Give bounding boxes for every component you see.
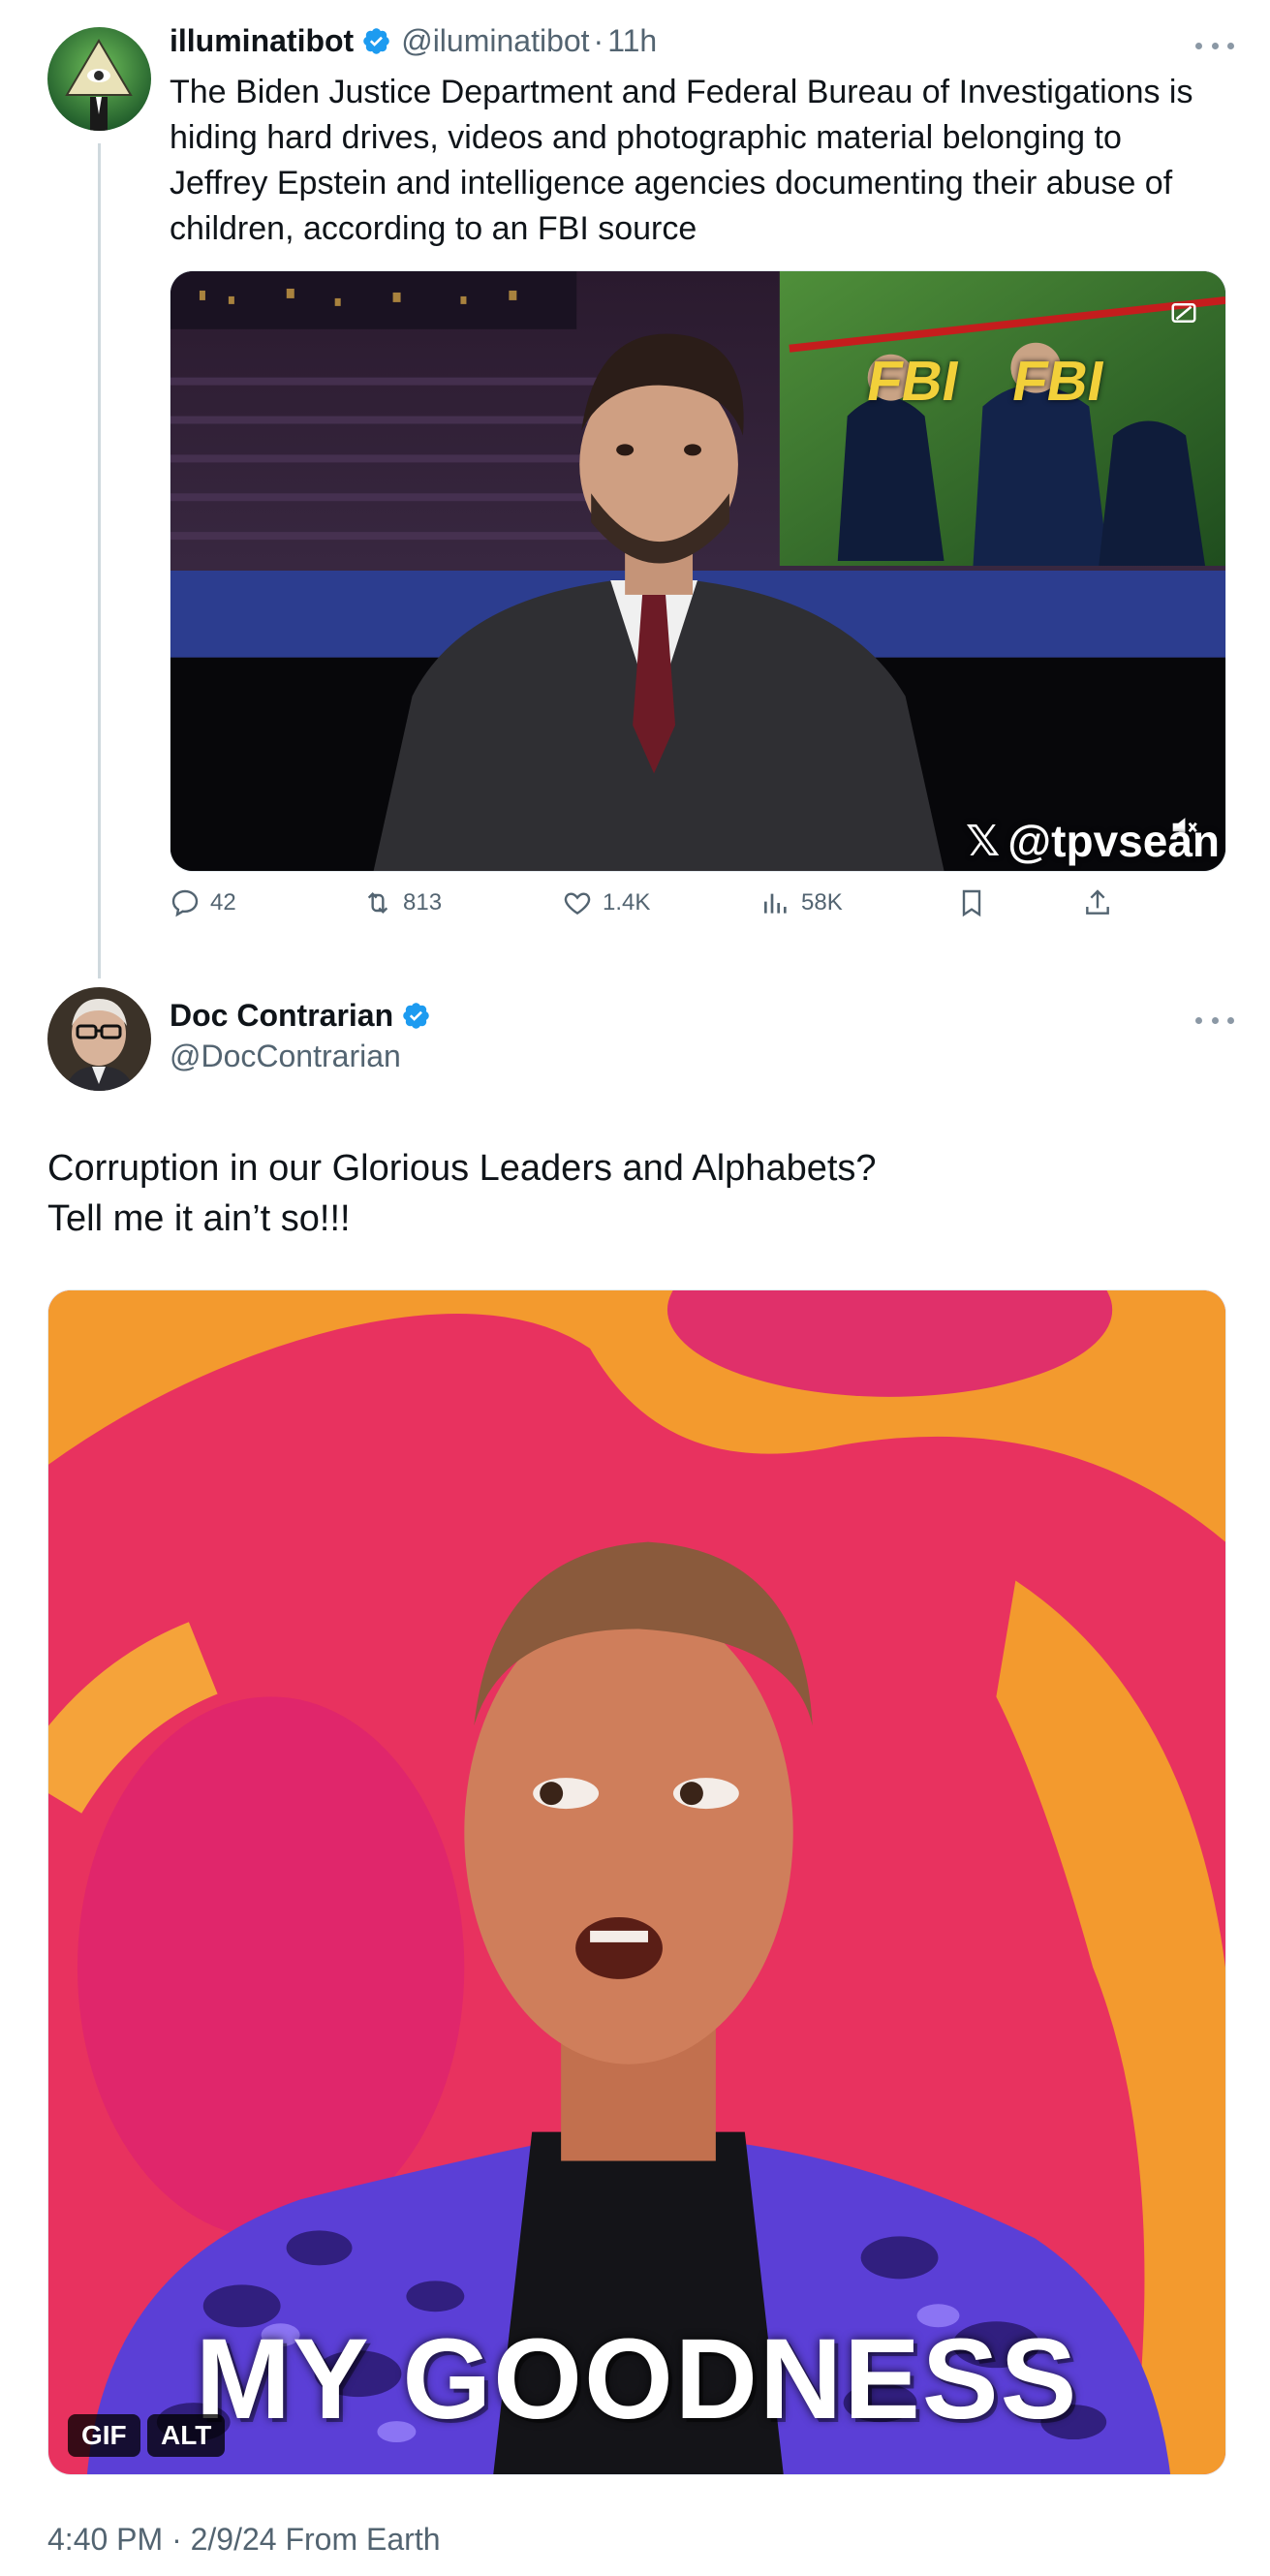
- like-button[interactable]: 1.4K: [562, 887, 650, 918]
- reply-button[interactable]: 42: [170, 887, 236, 918]
- doc-contrarian-avatar[interactable]: [47, 987, 151, 1091]
- embedded-video[interactable]: FBI FBI 𝕏 @tpvsean: [170, 270, 1226, 872]
- gif-frame: [48, 1290, 1225, 2474]
- alt-badge[interactable]: ALT: [147, 2414, 226, 2457]
- reply-author-display-name[interactable]: Doc Contrarian: [170, 998, 393, 1034]
- view-count: 58K: [801, 889, 843, 916]
- watermark-handle: @tpvsean: [1007, 816, 1220, 866]
- tweet-action-bar: 42 813 1.4K 58K: [170, 887, 1138, 926]
- repost-button[interactable]: 813: [362, 887, 442, 918]
- like-count: 1.4K: [603, 889, 651, 916]
- author-display-name[interactable]: illuminatibot: [170, 23, 354, 59]
- more-icon[interactable]: [1195, 36, 1234, 55]
- bookmark-button[interactable]: [956, 887, 987, 918]
- video-watermark: 𝕏 @tpvsean: [966, 815, 1220, 867]
- bookmark-icon: [962, 889, 981, 917]
- expand-icon[interactable]: [1169, 298, 1198, 327]
- reply-tweet-name: Doc Contrarian: [170, 998, 431, 1034]
- video-fbi-sign-1: FBI: [862, 350, 965, 413]
- author-handle[interactable]: @iluminatibot: [401, 23, 589, 59]
- views-icon: [764, 893, 787, 914]
- eye-pyramid-avatar-icon: [47, 27, 151, 131]
- verified-badge-icon[interactable]: [401, 1001, 431, 1031]
- share-button[interactable]: [1082, 887, 1113, 918]
- more-icon[interactable]: [1195, 1010, 1234, 1030]
- reply-icon: [171, 889, 199, 917]
- thread-connector-line: [98, 143, 101, 978]
- reply-count: 42: [210, 889, 236, 916]
- reply-tweet-text: Corruption in our Glorious Leaders and A…: [47, 1148, 877, 1239]
- views-button[interactable]: 58K: [760, 887, 843, 918]
- reply-timestamp[interactable]: 4:40 PM · 2/9/24 From Earth: [47, 2522, 441, 2558]
- share-icon: [1086, 889, 1109, 915]
- illuminatibot-avatar[interactable]: [47, 27, 151, 131]
- reply-tweet-handle-row: @DocContrarian: [170, 1039, 401, 1074]
- repost-count: 813: [403, 889, 443, 916]
- gif-caption: MY GOODNESS: [195, 2315, 1079, 2443]
- video-fbi-sign-2: FBI: [1007, 350, 1110, 413]
- gif-badge[interactable]: GIF: [68, 2414, 140, 2457]
- original-tweet-text: The Biden Justice Department and Federal…: [170, 74, 1193, 247]
- x-logo-icon: 𝕏: [965, 817, 1001, 865]
- like-icon: [564, 892, 591, 916]
- user-avatar-photo: [47, 987, 151, 1091]
- original-tweet-header: illuminatibot @iluminatibot · 11h: [170, 23, 657, 59]
- separator-dot: ·: [593, 23, 604, 58]
- embedded-gif[interactable]: MY GOODNESS GIF ALT: [47, 1289, 1226, 2475]
- reply-author-handle[interactable]: @DocContrarian: [170, 1039, 401, 1074]
- verified-badge-icon[interactable]: [361, 26, 391, 56]
- repost-icon: [367, 891, 388, 915]
- tweet-time[interactable]: 11h: [607, 23, 657, 59]
